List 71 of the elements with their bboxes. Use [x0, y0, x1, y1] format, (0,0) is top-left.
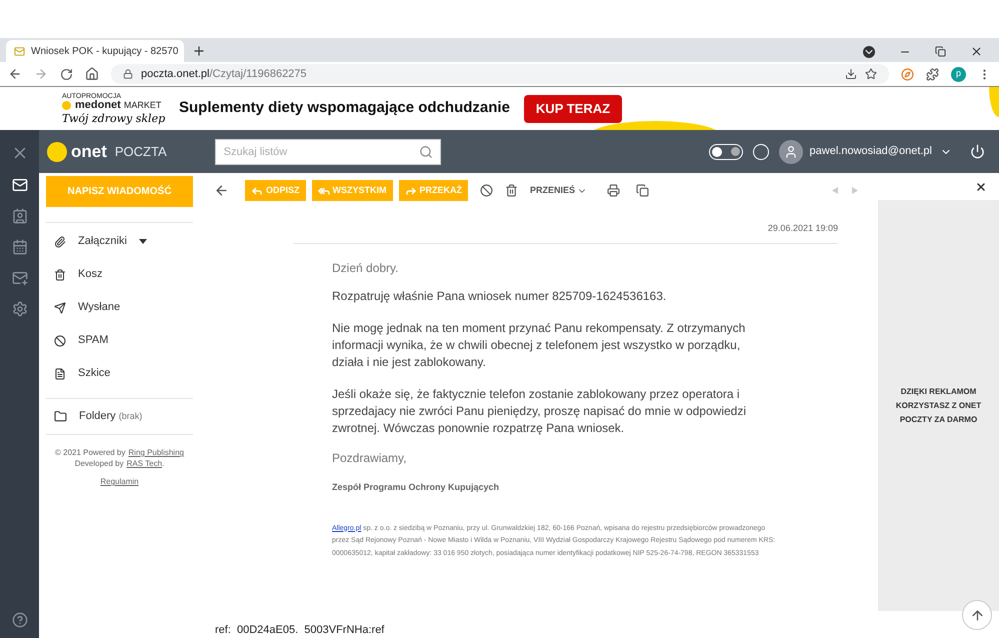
trash-icon — [54, 268, 66, 280]
signature-text: Zespół Programu Ochrony Kupujących — [332, 480, 500, 494]
reload-icon[interactable] — [60, 68, 73, 80]
url-text: poczta.onet.pl/Czytaj/1196862275 — [141, 66, 307, 82]
mail-icon[interactable] — [12, 177, 28, 193]
greeting-text: Dzień dobry. — [332, 260, 400, 276]
folder-icon — [54, 410, 67, 423]
ad-panel-text: DZIĘKI REKLAMOM KORZYSTASZ Z ONET POCZTY ZA DARMO — [894, 386, 982, 426]
decor-shape-drawing — [987, 87, 999, 117]
extension-icon[interactable] — [901, 68, 914, 80]
search-field[interactable]: Szukaj listów — [214, 138, 441, 164]
close-icon[interactable] — [975, 180, 987, 192]
brand-tagline: Twój zdrowy sklep — [62, 113, 166, 124]
message-paragraph: Jeśli okaże się, że faktycznie telefon zostanie zablokowany przez operatora i sprzedajacy nie zwróci Panu pieniędzy, proszę napisać do mnie w odpowiedzi zwrotnej. Wówczas ponownie rozpatrzę Pana wniosek. — [332, 386, 747, 436]
ban-icon — [54, 334, 66, 346]
ad-headline: Suplementy diety wspomagające odchudzanie — [179, 98, 510, 118]
ref-text: ref: 00D24aE05. 5003VFrNHa:ref — [215, 622, 384, 638]
address-bar[interactable]: poczta.onet.pl/Czytaj/1196862275 — [111, 64, 889, 84]
product-name: POCZTA — [114, 142, 167, 161]
trash-icon[interactable] — [505, 184, 518, 197]
closing-text: Pozdrawiamy, — [332, 450, 408, 466]
calendar-icon[interactable] — [12, 239, 28, 255]
copy-icon[interactable] — [636, 184, 650, 197]
home-icon[interactable] — [85, 67, 99, 81]
period-text: . — [162, 458, 164, 469]
avatar-icon[interactable] — [778, 140, 803, 164]
mail-icon — [14, 46, 25, 56]
back-icon[interactable] — [8, 67, 22, 81]
back-icon[interactable] — [214, 183, 229, 198]
print-icon[interactable] — [607, 184, 620, 197]
terms-link[interactable]: Regulamin — [100, 476, 139, 487]
brand-logo: medonet MARKET — [75, 100, 162, 111]
folder-item[interactable]: Wysłane — [46, 291, 193, 324]
lock-icon — [123, 69, 133, 79]
new-mail-icon[interactable] — [12, 270, 28, 286]
paperclip-icon — [54, 236, 66, 248]
ban-icon[interactable] — [480, 184, 494, 197]
bookmark-star-icon[interactable] — [865, 68, 877, 80]
search-icon[interactable] — [418, 144, 433, 158]
folders-item[interactable]: Foldery (brak) — [46, 399, 193, 434]
restore-icon[interactable] — [935, 46, 946, 57]
buy-now-button[interactable]: KUP TERAZ — [524, 94, 622, 122]
close-icon[interactable] — [970, 45, 983, 58]
theme-toggle[interactable] — [708, 144, 743, 160]
caret-icon[interactable] — [138, 239, 147, 244]
copyright-text: © 2021 Powered by — [55, 447, 126, 458]
folder-item[interactable]: SPAM — [46, 324, 193, 357]
onet-logo: onet — [71, 140, 107, 163]
help-icon[interactable] — [12, 612, 28, 628]
message-paragraph: Rozpatruję właśnie Pana wniosek numer 825709-1624536163. — [332, 288, 668, 304]
message-date: 29.06.2021 19:09 — [768, 222, 838, 235]
document-icon — [54, 368, 66, 380]
folder-item[interactable]: Szkice — [46, 357, 193, 390]
move-button[interactable]: PRZENIEŚ — [530, 184, 588, 198]
message-paragraph: Nie mogę jednak na ten moment przynać Panu rekompensaty. Z otrzymanych informacji wynika, że w chwili obecnej z telefonem jest wszystko w porządku, działa i nie jest zablokowany. — [332, 320, 746, 370]
ring-publishing-link[interactable]: Ring Publishing — [128, 447, 184, 458]
folder-item[interactable]: Kosz — [46, 258, 193, 291]
ras-tech-link[interactable]: RAS Tech — [126, 458, 162, 469]
paper-plane-icon — [54, 302, 66, 314]
power-icon[interactable] — [970, 144, 985, 159]
developed-text: Developed by — [74, 458, 124, 469]
extensions-icon[interactable] — [926, 68, 939, 80]
new-tab-icon[interactable] — [192, 44, 206, 58]
browser-tab[interactable]: Wniosek POK - kupujący - 82570 — [6, 40, 184, 62]
folder-item[interactable]: Załączniki — [46, 225, 193, 258]
install-icon[interactable] — [845, 68, 857, 80]
contacts-icon[interactable] — [12, 208, 28, 224]
user-email[interactable]: pawel.nowosiad@onet.pl — [810, 143, 932, 160]
settings-icon[interactable] — [12, 301, 28, 317]
scroll-top-button[interactable] — [962, 600, 992, 630]
tab-search-icon[interactable] — [863, 46, 875, 58]
